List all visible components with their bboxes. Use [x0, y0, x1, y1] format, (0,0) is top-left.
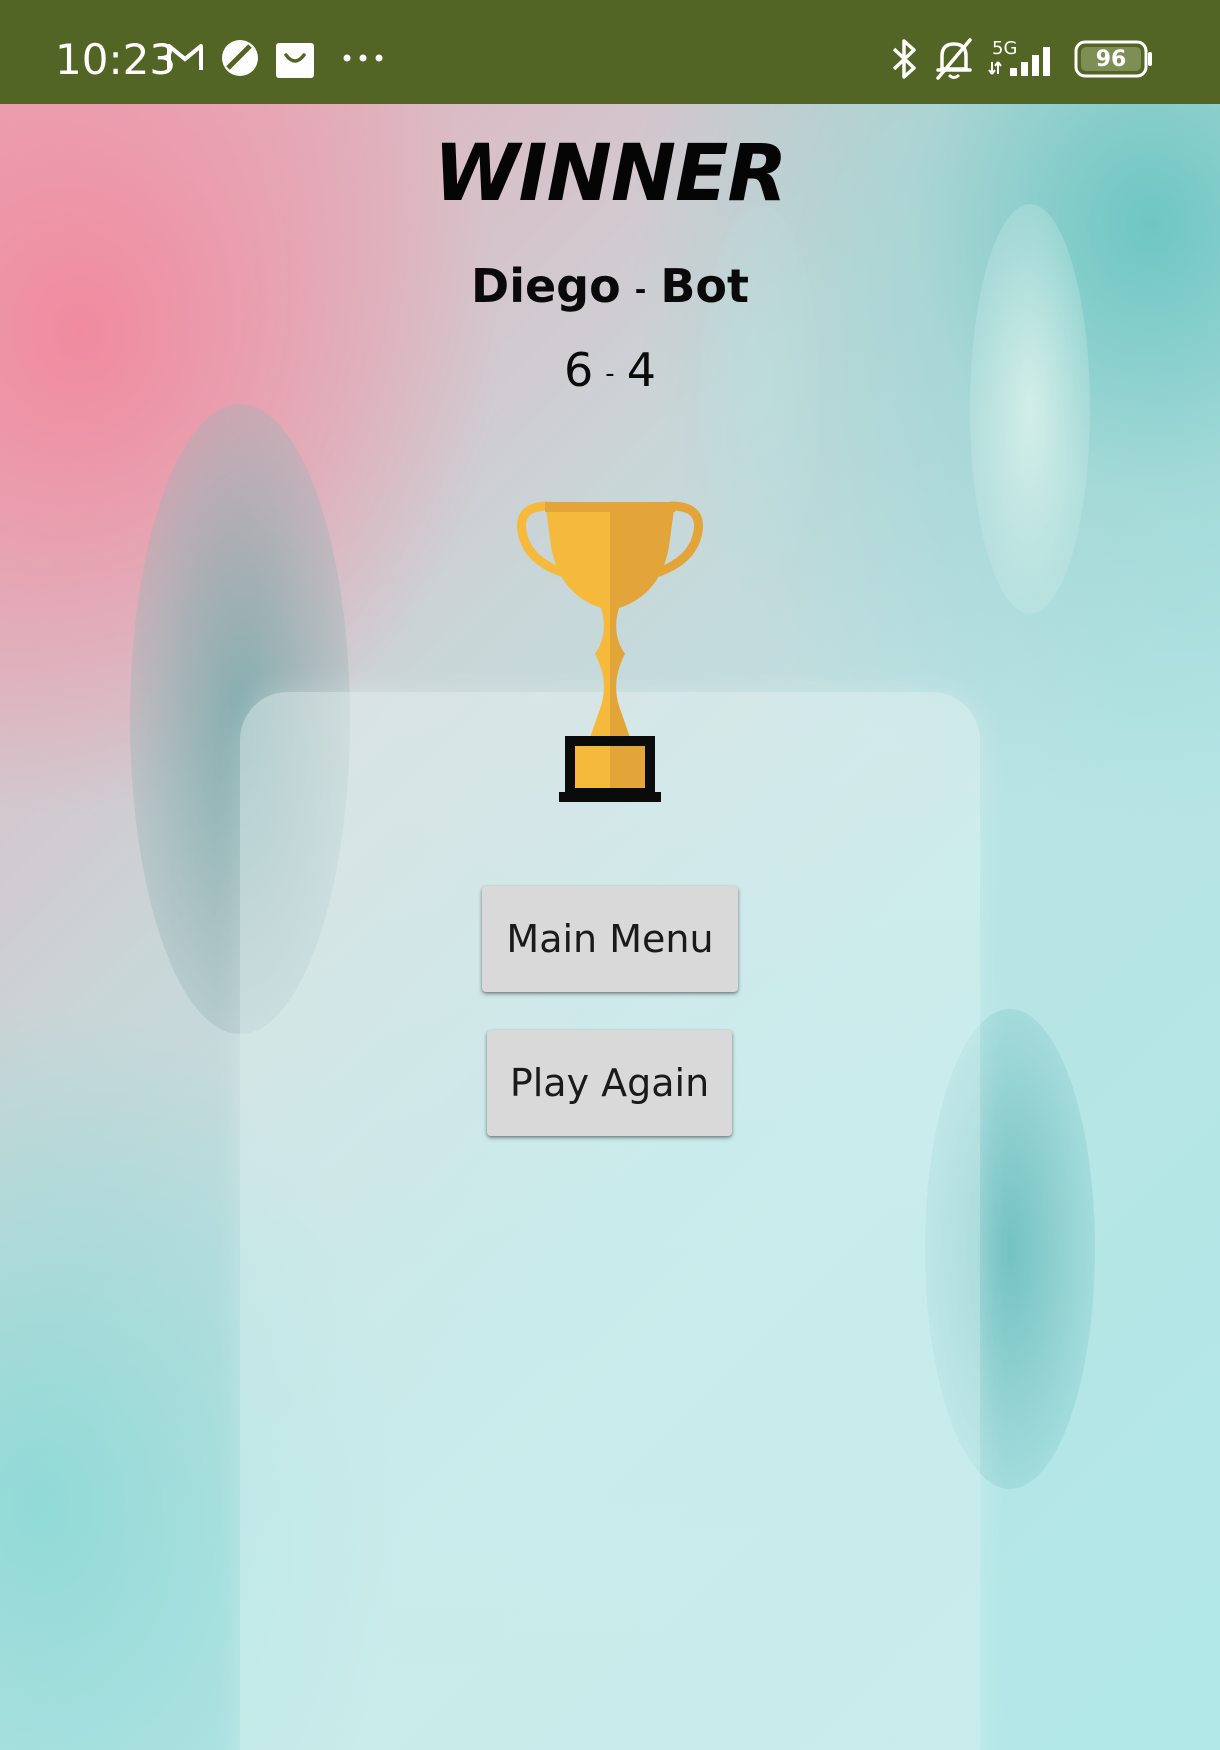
signal-strength-icon — [988, 47, 1050, 76]
glass-panel — [240, 692, 980, 1750]
shopping-bag-icon — [276, 43, 314, 78]
winner-title: WINNER — [433, 129, 788, 219]
score-separator: - — [605, 359, 615, 389]
play-again-button[interactable]: Play Again — [487, 1030, 732, 1136]
game-over-screen: WINNER Diego - Bot 6-4 Main Menu Play Agai… — [0, 104, 1220, 1750]
trophy-icon — [517, 501, 703, 802]
player-two-score: 4 — [626, 343, 656, 397]
player-two-name: Bot — [660, 259, 749, 313]
gmail-icon — [167, 44, 203, 70]
final-score: 6-4 — [0, 340, 1220, 400]
more-notifications-icon — [343, 54, 383, 62]
app-notification-icon — [222, 40, 258, 76]
battery-level: 96 — [1095, 47, 1127, 72]
bluetooth-icon — [892, 39, 916, 79]
notifications-off-icon — [936, 38, 972, 80]
player-one-score: 6 — [564, 343, 594, 397]
status-bar: 10:23 5G 96 — [0, 0, 1220, 104]
players-line: Diego - Bot — [0, 256, 1220, 320]
players-separator: - — [634, 272, 647, 306]
player-one-name: Diego — [471, 259, 621, 313]
main-menu-button[interactable]: Main Menu — [482, 886, 738, 992]
status-time: 10:23 — [55, 35, 177, 84]
